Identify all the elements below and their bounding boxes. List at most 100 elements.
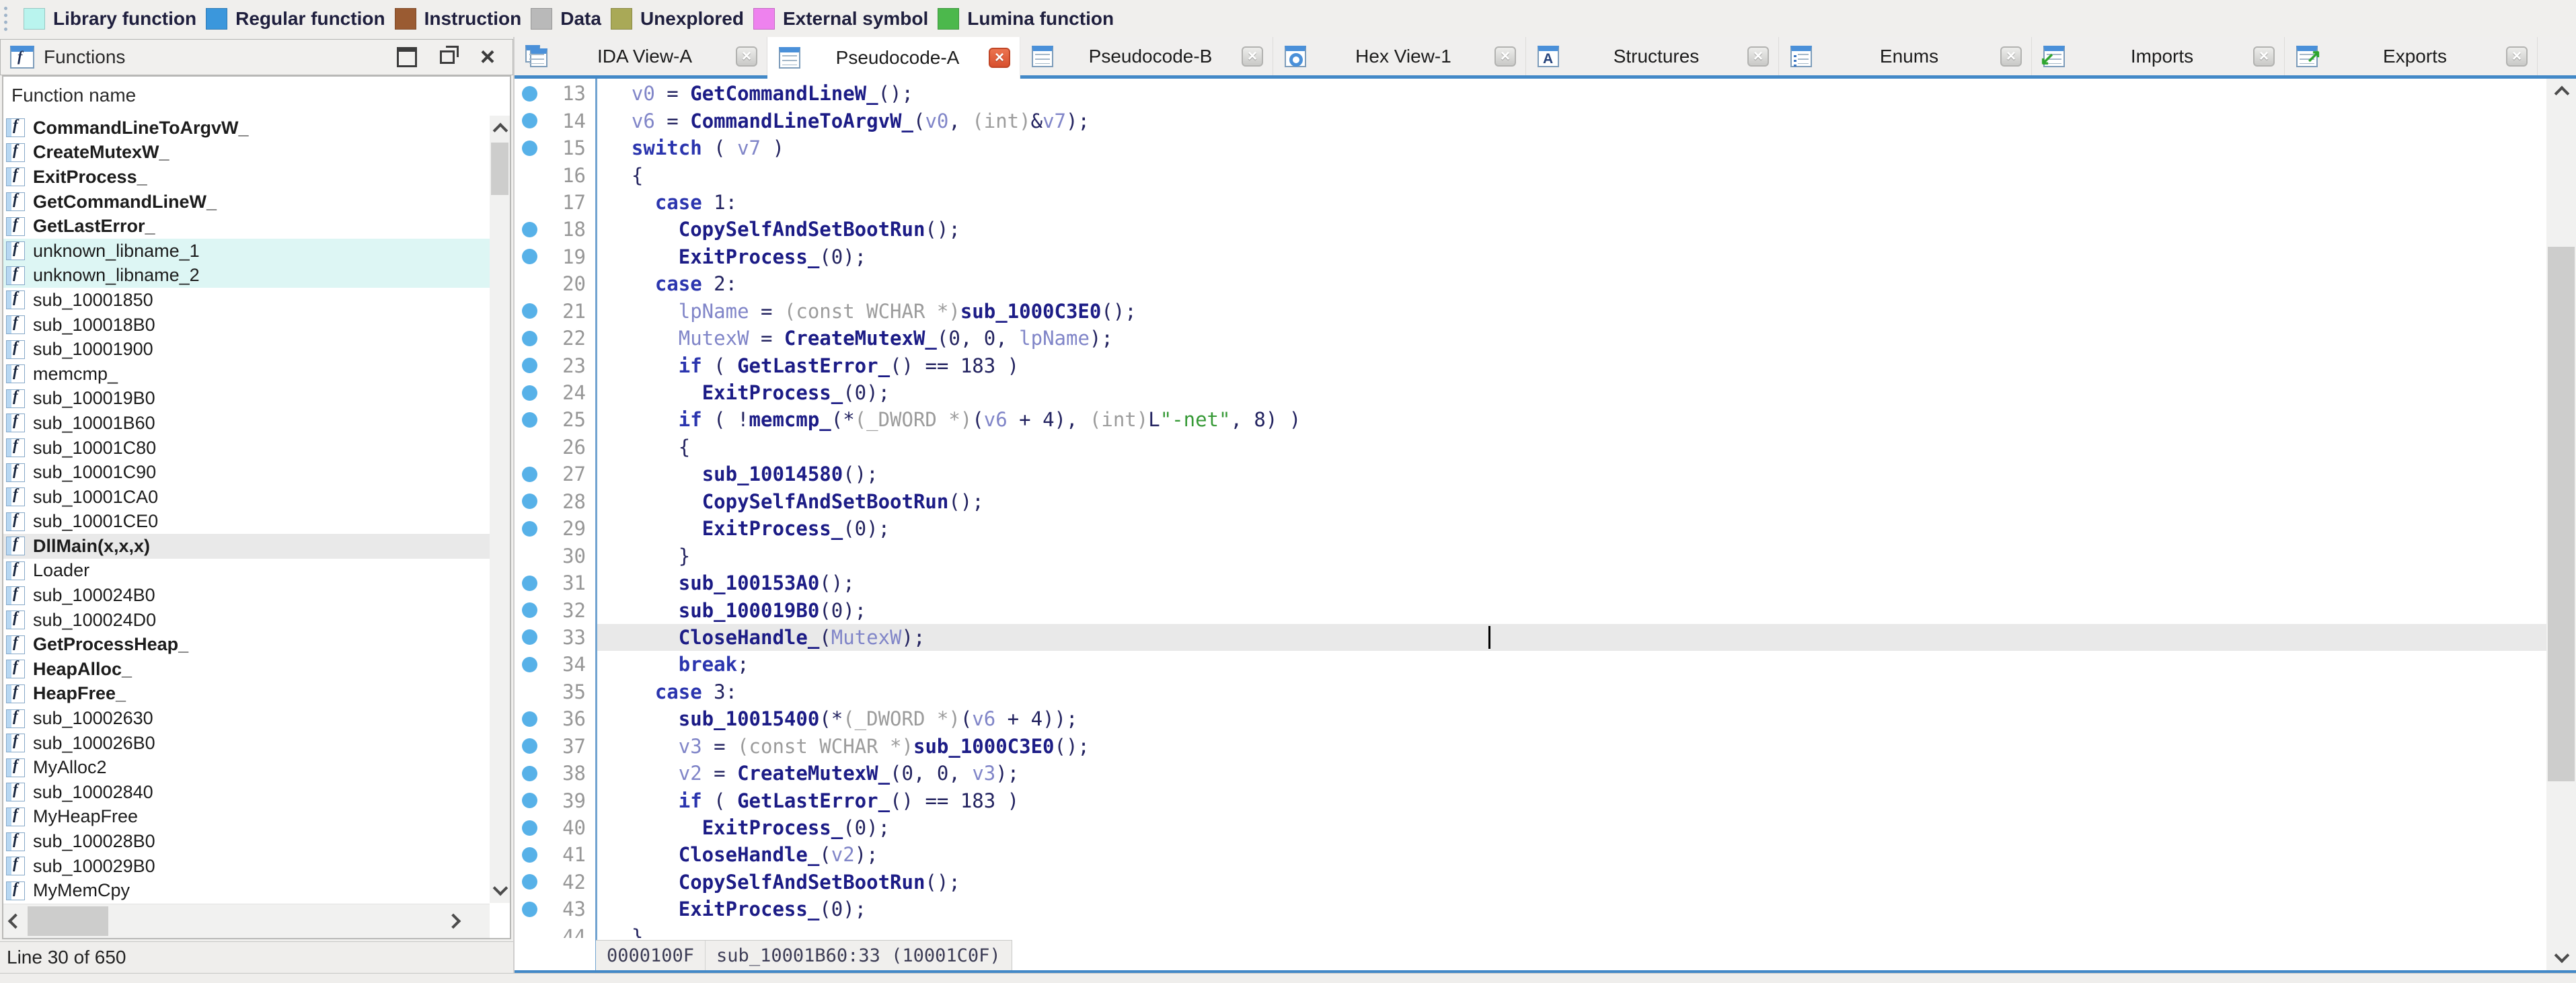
pseudocode-editor[interactable]: 13 v0 = GetCommandLineW_(); 14 v6 = Comma… [515, 79, 2576, 973]
scroll-thumb[interactable] [491, 143, 508, 195]
function-row[interactable]: ExitProcess_ [3, 165, 490, 190]
code-line[interactable]: 18 CopySelfAndSetBootRun(); [515, 216, 2546, 243]
code-line[interactable]: 28 CopySelfAndSetBootRun(); [515, 488, 2546, 515]
function-row[interactable]: memcmp_ [3, 362, 490, 387]
function-row[interactable]: HeapAlloc_ [3, 657, 490, 682]
function-row[interactable]: GetProcessHeap_ [3, 632, 490, 657]
breakpoint-cell[interactable] [515, 494, 544, 510]
breakpoint-cell[interactable] [515, 221, 544, 237]
code-line[interactable]: 13 v0 = GetCommandLineW_(); [515, 80, 2546, 107]
code-line[interactable]: 21 lpName = (const WCHAR *)sub_1000C3E0(… [515, 298, 2546, 325]
breakpoint-dot[interactable] [521, 738, 537, 754]
breakpoint-dot[interactable] [521, 330, 537, 346]
tab-exports[interactable]: Exports × [2285, 37, 2538, 75]
code-line[interactable]: 15 switch ( v7 ) [515, 134, 2546, 161]
breakpoint-cell[interactable] [515, 249, 544, 265]
code-line[interactable]: 39 if ( GetLastError_() == 183 ) [515, 787, 2546, 814]
function-row[interactable]: HeapFree_ [3, 682, 490, 707]
scroll-thumb[interactable] [28, 906, 108, 936]
code-line[interactable]: 43 ExitProcess_(0); [515, 896, 2546, 922]
tab-imports[interactable]: Imports × [2032, 37, 2285, 75]
restore-button[interactable] [436, 46, 459, 69]
breakpoint-cell[interactable] [515, 738, 544, 754]
function-row[interactable]: unknown_libname_2 [3, 263, 490, 288]
code-line[interactable]: 26 { [515, 434, 2546, 461]
scroll-right-arrow-icon[interactable] [445, 913, 461, 929]
code-line[interactable]: 17 case 1: [515, 189, 2546, 216]
breakpoint-dot[interactable] [521, 466, 537, 482]
close-button[interactable]: × [476, 44, 499, 70]
list-horizontal-scrollbar[interactable] [3, 904, 490, 938]
function-row[interactable]: sub_100024D0 [3, 608, 490, 633]
tab-close-button[interactable]: × [2000, 46, 2022, 67]
code-line[interactable]: 33 CloseHandle_(MutexW); [515, 623, 2546, 652]
breakpoint-dot[interactable] [521, 140, 537, 156]
scroll-thumb[interactable] [2548, 247, 2575, 781]
code-line[interactable]: 24 ExitProcess_(0); [515, 379, 2546, 406]
breakpoint-cell[interactable] [515, 629, 544, 645]
function-row[interactable]: Loader [3, 559, 490, 584]
tab-enums[interactable]: Enums × [1779, 37, 2032, 75]
code-line[interactable]: 27 sub_10014580(); [515, 461, 2546, 487]
breakpoint-cell[interactable] [515, 358, 544, 374]
breakpoint-cell[interactable] [515, 820, 544, 836]
breakpoint-cell[interactable] [515, 901, 544, 917]
breakpoint-cell[interactable] [515, 113, 544, 129]
breakpoint-cell[interactable] [515, 520, 544, 537]
breakpoint-dot[interactable] [521, 602, 537, 619]
breakpoint-dot[interactable] [521, 575, 537, 591]
editor-vertical-scrollbar[interactable] [2546, 79, 2576, 970]
function-row[interactable]: MyHeapFree [3, 805, 490, 830]
code-line[interactable]: 42 CopySelfAndSetBootRun(); [515, 869, 2546, 896]
functions-panel-titlebar[interactable]: Functions × [0, 39, 513, 75]
function-row[interactable]: CommandLineToArgvW_ [3, 116, 490, 141]
breakpoint-dot[interactable] [521, 847, 537, 863]
breakpoint-dot[interactable] [521, 520, 537, 537]
function-row[interactable]: MyMemCpy [3, 878, 490, 903]
breakpoint-cell[interactable] [515, 385, 544, 401]
breakpoint-cell[interactable] [515, 85, 544, 102]
scroll-down-arrow-icon[interactable] [2554, 947, 2570, 964]
function-row[interactable]: unknown_libname_1 [3, 238, 490, 264]
function-row[interactable]: sub_10001CA0 [3, 485, 490, 510]
tab-close-button[interactable]: × [2506, 46, 2528, 67]
breakpoint-dot[interactable] [521, 303, 537, 319]
code-line[interactable]: 35 case 3: [515, 678, 2546, 705]
function-row[interactable]: sub_100026B0 [3, 731, 490, 756]
breakpoint-cell[interactable] [515, 656, 544, 672]
breakpoint-dot[interactable] [521, 874, 537, 890]
breakpoint-cell[interactable] [515, 575, 544, 591]
code-line[interactable]: 29 ExitProcess_(0); [515, 515, 2546, 542]
breakpoint-cell[interactable] [515, 330, 544, 346]
breakpoint-cell[interactable] [515, 303, 544, 319]
breakpoint-dot[interactable] [521, 249, 537, 265]
code-line[interactable]: 30 } [515, 542, 2546, 569]
function-row[interactable]: sub_10001850 [3, 288, 490, 313]
breakpoint-cell[interactable] [515, 711, 544, 727]
breakpoint-dot[interactable] [521, 793, 537, 809]
function-row[interactable]: sub_100024B0 [3, 583, 490, 608]
code-line[interactable]: 23 if ( GetLastError_() == 183 ) [515, 352, 2546, 379]
tab-ida-view-a[interactable]: IDA View-A × [515, 37, 767, 75]
breakpoint-dot[interactable] [521, 901, 537, 917]
tab-close-button[interactable]: × [736, 46, 757, 67]
breakpoint-dot[interactable] [521, 358, 537, 374]
code-line[interactable]: 19 ExitProcess_(0); [515, 243, 2546, 270]
function-row[interactable]: sub_10001CE0 [3, 510, 490, 535]
function-row[interactable]: sub_10002630 [3, 706, 490, 731]
code-line[interactable]: 16 { [515, 161, 2546, 188]
maximize-button[interactable] [395, 46, 418, 69]
function-row[interactable]: GetCommandLineW_ [3, 190, 490, 214]
scroll-up-arrow-icon[interactable] [2554, 85, 2570, 102]
function-row[interactable]: MyAlloc2 [3, 755, 490, 780]
tab-close-button[interactable]: × [1747, 46, 1769, 67]
breakpoint-dot[interactable] [521, 711, 537, 727]
breakpoint-dot[interactable] [521, 385, 537, 401]
function-row[interactable]: sub_100018B0 [3, 313, 490, 338]
tab-pseudocode-b[interactable]: Pseudocode-B × [1020, 37, 1273, 75]
code-line[interactable]: 34 break; [515, 651, 2546, 678]
tab-close-button[interactable]: × [1242, 46, 1263, 67]
function-row[interactable]: sub_10002840 [3, 780, 490, 805]
list-vertical-scrollbar[interactable] [490, 116, 510, 903]
function-row[interactable]: sub_10001C90 [3, 460, 490, 485]
